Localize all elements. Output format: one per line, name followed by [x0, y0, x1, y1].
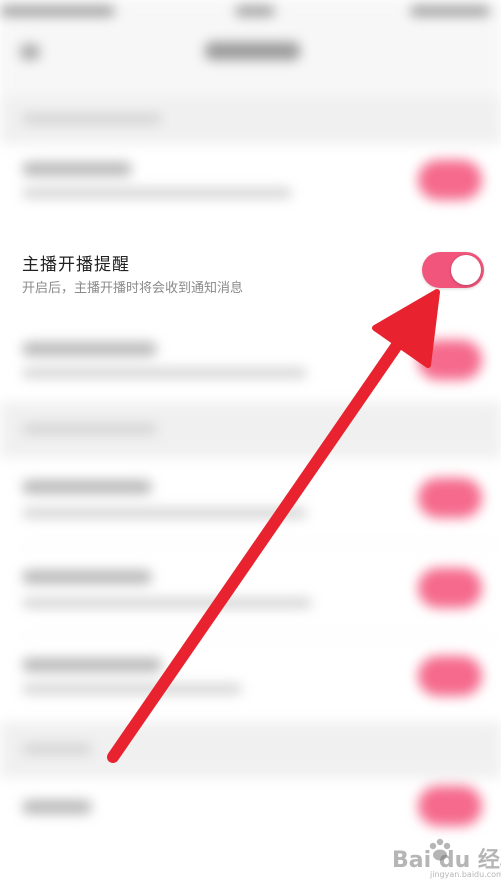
toggle-blur[interactable] [418, 786, 482, 826]
section-label-blur [22, 424, 157, 434]
toggle-knob [451, 255, 481, 285]
section-header-2 [0, 402, 501, 458]
back-arrow-icon[interactable] [20, 44, 40, 60]
page-title-blur [205, 42, 300, 60]
row-title-blur [22, 480, 152, 494]
section-label-blur [22, 114, 162, 124]
row-title-blur [22, 658, 162, 672]
status-center-blur [235, 6, 275, 16]
watermark-url: jingyan.baidu.com [430, 870, 501, 879]
baidu-watermark: Bai du 经验 jingyan.baidu.com [392, 836, 501, 884]
row-title-blur [22, 570, 152, 584]
row-title-blur [22, 342, 157, 356]
row-title-blur [22, 800, 92, 814]
row-desc-blur [22, 188, 292, 198]
toggle-blur[interactable] [418, 478, 482, 518]
nav-bar [0, 0, 501, 96]
row-desc-blur [22, 368, 307, 378]
blurred-lower-area [0, 318, 501, 890]
toggle-blur[interactable] [418, 340, 482, 380]
row-desc-blur [22, 598, 312, 608]
setting-title: 主播开播提醒 [22, 255, 130, 275]
toggle-blur[interactable] [418, 568, 482, 608]
divider [20, 546, 501, 547]
toggle-blur[interactable] [418, 656, 482, 696]
settings-screen: 主播开播提醒 开启后，主播开播时将会收到通知消息 Bai du 经 jingya… [0, 0, 501, 890]
toggle-blur[interactable] [418, 160, 482, 200]
divider [20, 636, 501, 637]
setting-description: 开启后，主播开播时将会收到通知消息 [22, 281, 244, 296]
blurred-upper-area [0, 0, 501, 228]
section-header-1 [0, 96, 501, 144]
row-desc-blur [22, 684, 242, 694]
row-desc-blur [22, 508, 307, 518]
setting-row-live-reminder[interactable]: 主播开播提醒 开启后，主播开播时将会收到通知消息 [0, 228, 501, 318]
section-label-blur [22, 744, 92, 754]
status-right-blur [410, 6, 490, 16]
row-title-blur [22, 162, 132, 176]
section-header-3 [0, 722, 501, 778]
status-left-blur [0, 6, 115, 16]
live-reminder-toggle[interactable] [422, 252, 484, 288]
